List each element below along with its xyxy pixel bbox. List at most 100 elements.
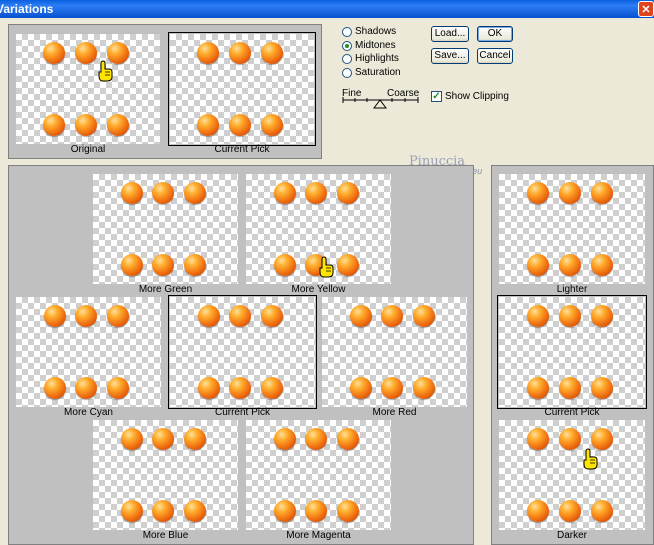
thumb-more-blue[interactable]: More Blue	[93, 420, 238, 542]
thumb-original-label: Original	[70, 144, 106, 155]
thumb-more-blue-image	[93, 420, 238, 530]
sample-ball	[381, 377, 403, 399]
thumb-more-red[interactable]: More Red	[322, 297, 467, 419]
radio-shadows-dot	[342, 27, 352, 37]
load-button[interactable]: Load...	[431, 26, 469, 42]
thumb-more-cyan-image	[16, 297, 161, 407]
sample-ball	[591, 305, 613, 327]
sample-ball	[75, 305, 97, 327]
sample-ball	[337, 500, 359, 522]
sample-ball	[43, 42, 65, 64]
sample-ball	[305, 182, 327, 204]
thumb-more-magenta-label: More Magenta	[286, 530, 351, 541]
sample-ball	[75, 377, 97, 399]
sample-ball	[559, 428, 581, 450]
slider-thumb[interactable]	[373, 99, 387, 109]
thumb-more-red-label: More Red	[372, 407, 417, 418]
sample-ball	[121, 500, 143, 522]
sample-ball	[261, 305, 283, 327]
thumb-brightness-current-image	[497, 295, 647, 409]
sample-ball	[261, 42, 283, 64]
thumb-preview-current-image	[168, 32, 316, 146]
radio-shadows-label: Shadows	[355, 26, 397, 37]
thumb-preview-current-label: Current Pick	[214, 144, 270, 155]
fine-coarse-slider[interactable]	[342, 97, 420, 111]
thumb-more-magenta[interactable]: More Magenta	[246, 420, 391, 542]
thumb-more-green-label: More Green	[138, 284, 193, 295]
radio-saturation-label: Saturation	[355, 67, 401, 78]
sample-ball	[559, 182, 581, 204]
sample-ball	[559, 377, 581, 399]
thumb-more-green[interactable]: More Green	[93, 174, 238, 296]
sample-ball	[337, 428, 359, 450]
sample-ball	[44, 305, 66, 327]
sample-ball	[350, 377, 372, 399]
pointer-hand-icon	[583, 448, 598, 470]
sample-ball	[337, 182, 359, 204]
sample-ball	[337, 254, 359, 276]
thumb-darker-label: Darker	[556, 530, 587, 541]
sample-ball	[527, 254, 549, 276]
pointer-hand-icon	[319, 256, 334, 278]
thumb-more-blue-label: More Blue	[142, 530, 189, 541]
sample-ball	[274, 500, 296, 522]
thumb-current-pick-image	[168, 295, 317, 409]
sample-ball	[274, 254, 296, 276]
sample-ball	[198, 377, 220, 399]
sample-ball	[591, 254, 613, 276]
thumb-more-yellow-label: More Yellow	[291, 284, 346, 295]
sample-ball	[152, 500, 174, 522]
sample-ball	[184, 428, 206, 450]
thumb-more-red-image	[322, 297, 467, 407]
thumb-more-cyan[interactable]: More Cyan	[16, 297, 161, 419]
sample-ball	[274, 428, 296, 450]
radio-saturation-dot	[342, 68, 352, 78]
sample-ball	[413, 305, 435, 327]
sample-ball	[591, 500, 613, 522]
sample-ball	[107, 377, 129, 399]
thumb-darker[interactable]: Darker	[499, 420, 645, 542]
sample-ball	[121, 428, 143, 450]
sample-ball	[559, 254, 581, 276]
sample-ball	[152, 182, 174, 204]
sample-ball	[184, 500, 206, 522]
thumb-preview-current: Current Pick	[168, 32, 316, 156]
window-title: Variations	[0, 2, 54, 16]
radio-midtones-label: Midtones	[355, 40, 396, 51]
thumb-current-pick[interactable]: Current Pick	[168, 295, 317, 419]
sample-ball	[43, 114, 65, 136]
sample-ball	[152, 254, 174, 276]
sample-ball	[527, 428, 549, 450]
sample-ball	[350, 305, 372, 327]
sample-ball	[274, 182, 296, 204]
sample-ball	[591, 377, 613, 399]
show-clipping-checkbox[interactable]: ✓	[431, 91, 442, 102]
thumb-more-cyan-label: More Cyan	[64, 407, 113, 418]
sample-ball	[413, 377, 435, 399]
sample-ball	[44, 377, 66, 399]
show-clipping-label: Show Clipping	[445, 91, 509, 102]
sample-ball	[121, 182, 143, 204]
sample-ball	[229, 114, 251, 136]
pointer-hand-icon	[98, 60, 113, 82]
close-button[interactable]: ✕	[638, 1, 654, 17]
sample-ball	[229, 42, 251, 64]
sample-ball	[198, 305, 220, 327]
sample-ball	[229, 305, 251, 327]
sample-ball	[107, 114, 129, 136]
sample-ball	[152, 428, 174, 450]
thumb-brightness-current[interactable]: Current Pick	[497, 295, 647, 419]
thumb-original: Original	[16, 34, 160, 156]
sample-ball	[305, 428, 327, 450]
thumb-original-image	[16, 34, 160, 144]
ok-button[interactable]: OK	[477, 26, 513, 42]
thumb-lighter[interactable]: Lighter	[499, 174, 645, 296]
sample-ball	[591, 428, 613, 450]
sample-ball	[261, 114, 283, 136]
thumb-lighter-image	[499, 174, 645, 284]
thumb-current-pick-label: Current Pick	[214, 407, 270, 418]
cancel-button[interactable]: Cancel	[477, 48, 513, 64]
thumb-more-green-image	[93, 174, 238, 284]
sample-ball	[527, 305, 549, 327]
save-button[interactable]: Save...	[431, 48, 469, 64]
